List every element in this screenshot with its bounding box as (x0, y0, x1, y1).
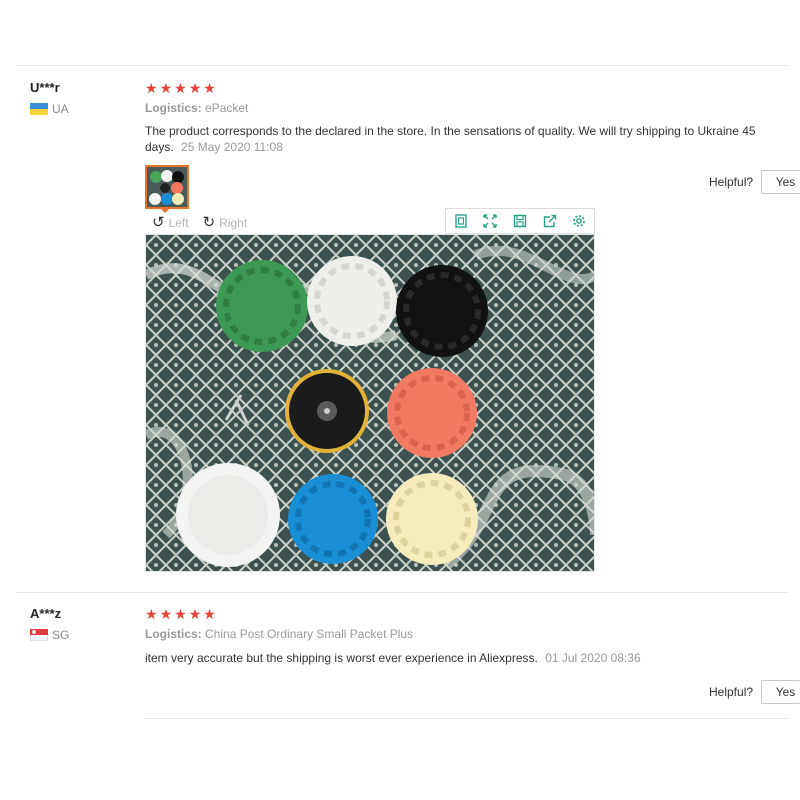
rotate-left-label: Left (168, 215, 189, 230)
star-icon: ★ (145, 80, 158, 96)
settings-icon[interactable] (571, 213, 587, 229)
review-body: item very accurate but the shipping is w… (145, 650, 785, 666)
review-body: The product corresponds to the declared … (145, 123, 785, 155)
rotate-right-button[interactable]: ↻ Right (203, 215, 248, 230)
helpful-label: Helpful? (709, 685, 754, 699)
logistics-value: ePacket (205, 101, 249, 115)
share-icon[interactable] (542, 213, 558, 229)
rotate-right-label: Right (219, 215, 248, 230)
star-icon: ★ (188, 606, 202, 622)
review-divider (16, 592, 788, 593)
bottom-divider (145, 718, 788, 719)
star-icon: ★ (174, 606, 187, 622)
save-icon[interactable] (512, 213, 528, 229)
logistics-value: China Post Ordinary Small Packet Plus (205, 627, 414, 641)
rotate-left-button[interactable]: ↺ Left (152, 215, 189, 230)
reviewer-name: U***r (30, 80, 60, 95)
review-text: item very accurate but the shipping is w… (145, 651, 538, 665)
helpful-section: Helpful? Yes (709, 170, 800, 194)
star-icon: ★ (159, 80, 173, 96)
helpful-yes-button[interactable]: Yes (761, 170, 800, 194)
logistics-label: Logistics: (145, 101, 202, 115)
star-rating: ★ ★ ★ ★ ★ (145, 81, 216, 95)
logistics-info: Logistics: ePacket (145, 101, 248, 115)
fullscreen-icon[interactable] (482, 213, 498, 229)
country-code: SG (52, 628, 70, 642)
rotate-left-icon: ↺ (152, 214, 165, 231)
reviewer-country: SG (30, 628, 69, 642)
review-date: 25 May 2020 11:08 (181, 140, 283, 154)
helpful-yes-button[interactable]: Yes (761, 680, 800, 704)
reviewer-country: UA (30, 102, 69, 116)
review-date: 01 Jul 2020 08:36 (545, 651, 641, 665)
reviewer-name: A***z (30, 606, 62, 621)
top-divider (16, 65, 788, 66)
logistics-info: Logistics: China Post Ordinary Small Pac… (145, 627, 413, 641)
rotate-right-icon: ↻ (202, 214, 216, 231)
star-icon: ★ (145, 606, 158, 622)
logistics-label: Logistics: (145, 627, 202, 641)
ua-flag-icon (30, 103, 48, 115)
image-toolbar (445, 208, 595, 234)
helpful-section: Helpful? Yes (709, 680, 800, 704)
star-icon: ★ (203, 80, 216, 96)
star-icon: ★ (159, 606, 173, 622)
star-icon: ★ (174, 80, 187, 96)
review-photo-large[interactable] (145, 234, 595, 572)
fit-screen-icon[interactable] (453, 213, 469, 229)
thumbnail-caret (160, 208, 170, 213)
rotate-controls: ↺ Left ↻ Right (152, 215, 247, 230)
star-icon: ★ (188, 80, 202, 96)
star-icon: ★ (203, 606, 216, 622)
star-rating: ★ ★ ★ ★ ★ (145, 607, 216, 621)
helpful-label: Helpful? (709, 175, 754, 189)
review-photo-thumbnail[interactable] (145, 165, 189, 209)
country-code: UA (52, 102, 69, 116)
sg-flag-icon (30, 629, 48, 641)
